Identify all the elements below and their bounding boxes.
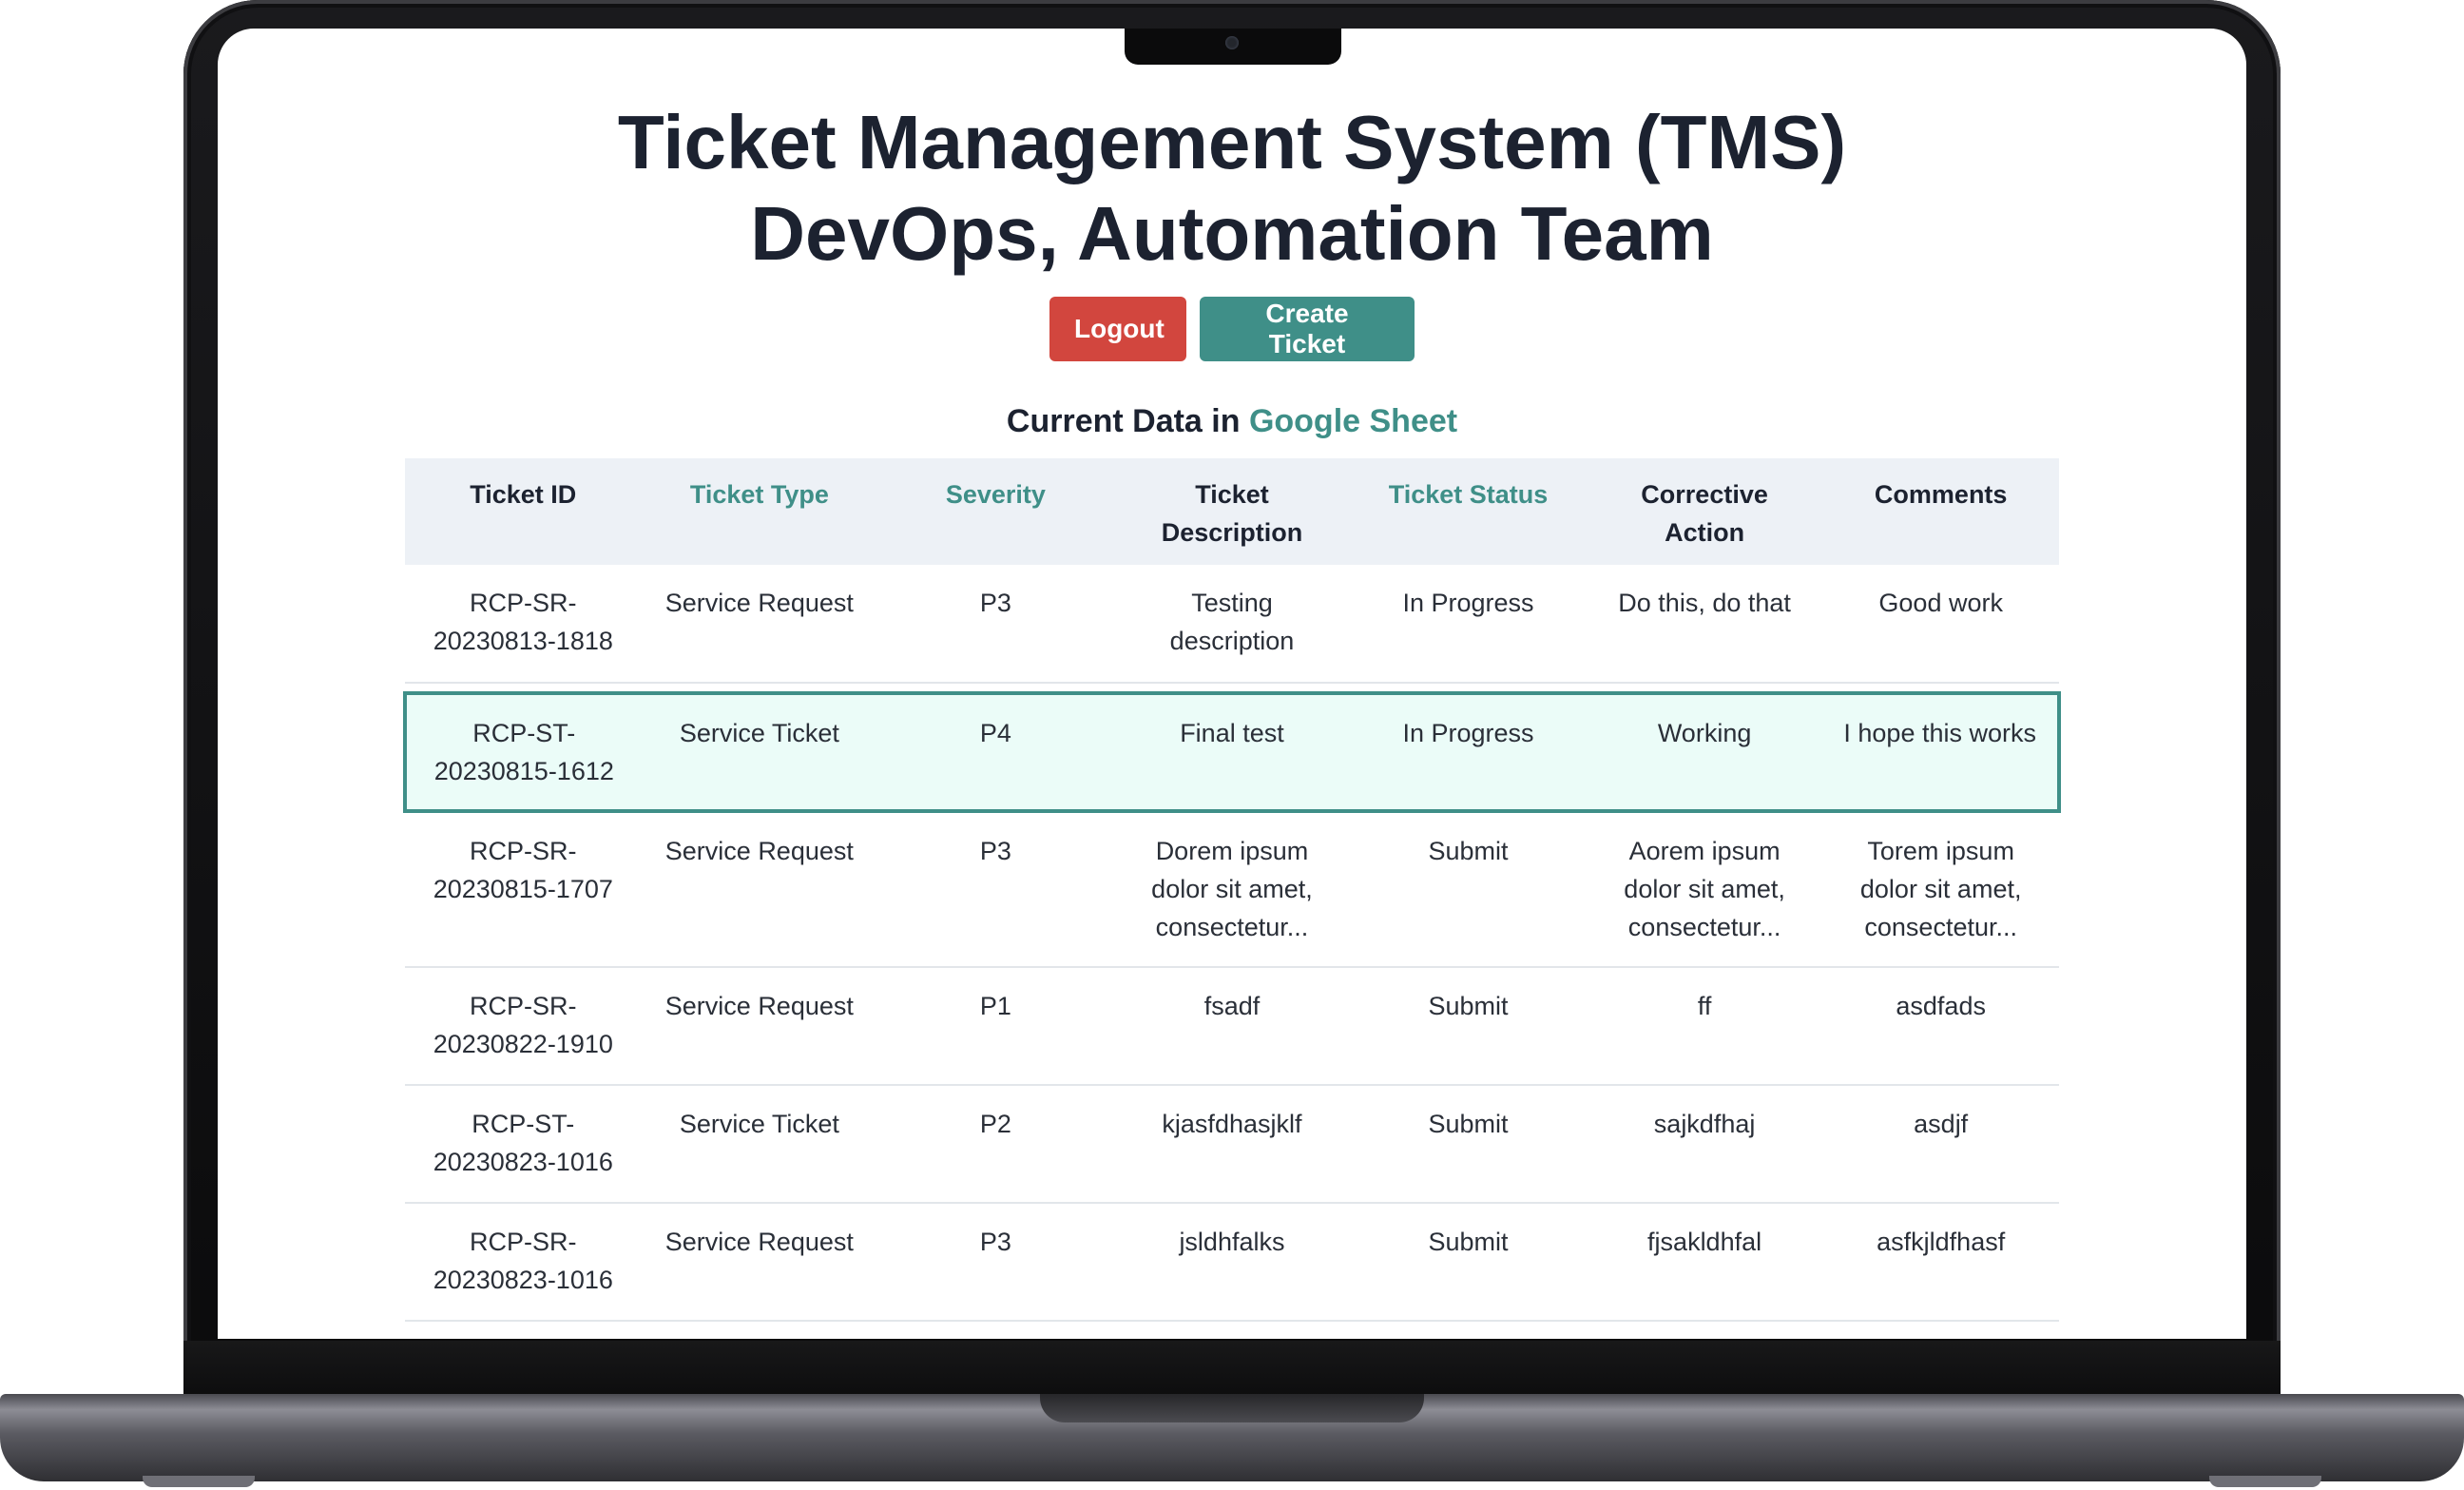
cell-ticket-status: In Progress <box>1350 565 1587 684</box>
laptop-foot-right <box>2209 1476 2321 1487</box>
column-header-severity[interactable]: Severity <box>877 458 1114 565</box>
column-header-corrective-action: Corrective Action <box>1641 480 1768 547</box>
cell-ticket-id: RCP-ST-20230823-1016 <box>405 1085 642 1204</box>
cell-ticket-type: Service Request <box>641 967 878 1086</box>
tickets-table-container: Ticket ID Ticket Type Severity Ticket De… <box>403 458 2061 1322</box>
cell-ticket-status: Submit <box>1350 1085 1587 1204</box>
cell-ticket-description: fsadf <box>1113 967 1351 1086</box>
cell-corrective-action: fjsakldhfal <box>1586 1203 1823 1322</box>
cell-ticket-description: Testing description <box>1113 565 1351 684</box>
cell-severity: P3 <box>877 811 1114 968</box>
cell-severity: P3 <box>877 565 1114 684</box>
table-row[interactable]: RCP-SR-20230823-1016 Service Request P3 … <box>405 1203 2059 1322</box>
data-caption: Current Data in Google Sheet <box>218 403 2246 440</box>
page-title: Ticket Management System (TMS) DevOps, A… <box>218 97 2246 280</box>
cell-comments: asdjf <box>1822 1085 2059 1204</box>
laptop-base <box>0 1394 2464 1481</box>
table-row[interactable]: RCP-SR-20230815-1707 Service Request P3 … <box>405 811 2059 968</box>
cell-ticket-type: Service Ticket <box>641 691 878 813</box>
table-row-selected[interactable]: RCP-ST-20230815-1612 Service Ticket P4 F… <box>403 691 2061 813</box>
cell-severity: P1 <box>877 967 1114 1086</box>
camera-notch <box>1125 29 1341 65</box>
table-row[interactable]: RCP-SR-20230822-1910 Service Request P1 … <box>405 967 2059 1086</box>
column-header-comments: Comments <box>1874 480 2008 509</box>
cell-ticket-description: jsldhfalks <box>1113 1203 1351 1322</box>
laptop-chin <box>183 1341 2281 1396</box>
cell-ticket-id: RCP-SR-20230822-1910 <box>405 967 642 1086</box>
page-title-line-1: Ticket Management System (TMS) <box>617 100 1847 184</box>
logout-button[interactable]: Logout <box>1049 297 1186 361</box>
google-sheet-link[interactable]: Google Sheet <box>1249 403 1457 439</box>
column-header-ticket-type[interactable]: Ticket Type <box>642 458 878 565</box>
cell-ticket-status: Submit <box>1350 811 1587 968</box>
cell-ticket-type: Service Ticket <box>641 1085 878 1204</box>
tickets-table: Ticket ID Ticket Type Severity Ticket De… <box>403 458 2061 1322</box>
cell-comments: asdfads <box>1822 967 2059 1086</box>
cell-ticket-type: Service Request <box>641 1203 878 1322</box>
cell-corrective-action: ff <box>1586 967 1823 1086</box>
laptop-base-notch <box>1040 1394 1424 1422</box>
cell-ticket-status: Submit <box>1350 1203 1587 1322</box>
cell-ticket-type: Service Request <box>641 811 878 968</box>
column-header-ticket-description: Ticket Description <box>1161 480 1303 547</box>
cell-ticket-id: RCP-SR-20230815-1707 <box>405 811 642 968</box>
table-row[interactable]: RCP-SR-20230813-1818 Service Request P3 … <box>405 565 2059 684</box>
cell-ticket-id: RCP-ST-20230815-1612 <box>403 691 642 813</box>
cell-corrective-action: Do this, do that <box>1586 565 1823 684</box>
column-header-ticket-id: Ticket ID <box>470 480 577 509</box>
cell-corrective-action: sajkdfhaj <box>1586 1085 1823 1204</box>
cell-ticket-status: In Progress <box>1350 691 1587 813</box>
cell-corrective-action: Working <box>1586 691 1823 813</box>
cell-ticket-id: RCP-SR-20230813-1818 <box>405 565 642 684</box>
row-spacer-cell <box>405 683 2059 693</box>
cell-ticket-description: Final test <box>1113 691 1351 813</box>
page-title-line-2: DevOps, Automation Team <box>750 191 1714 276</box>
cell-severity: P4 <box>877 691 1114 813</box>
column-header-ticket-status[interactable]: Ticket Status <box>1350 458 1587 565</box>
action-bar: Logout Create Ticket <box>218 297 2246 361</box>
cell-ticket-description: kjasfdhasjklf <box>1113 1085 1351 1204</box>
cell-comments: Torem ipsum dolor sit amet, consectetur.… <box>1822 811 2059 968</box>
cell-comments: asfkjldfhasf <box>1822 1203 2059 1322</box>
cell-ticket-id: RCP-SR-20230823-1016 <box>405 1203 642 1322</box>
cell-ticket-status: Submit <box>1350 967 1587 1086</box>
table-header-row: Ticket ID Ticket Type Severity Ticket De… <box>405 458 2059 565</box>
laptop-screen: Ticket Management System (TMS) DevOps, A… <box>218 29 2246 1339</box>
cell-comments: I hope this works <box>1822 691 2061 813</box>
camera-icon <box>1225 36 1239 49</box>
table-row[interactable]: RCP-ST-20230823-1016 Service Ticket P2 k… <box>405 1085 2059 1204</box>
cell-severity: P3 <box>877 1203 1114 1322</box>
cell-severity: P2 <box>877 1085 1114 1204</box>
cell-comments: Good work <box>1822 565 2059 684</box>
cell-ticket-type: Service Request <box>641 565 878 684</box>
cell-corrective-action: Aorem ipsum dolor sit amet, consectetur.… <box>1586 811 1823 968</box>
laptop-foot-left <box>143 1476 255 1487</box>
cell-ticket-description: Dorem ipsum dolor sit amet, consectetur.… <box>1113 811 1351 968</box>
row-spacer <box>405 683 2059 693</box>
data-caption-prefix: Current Data in <box>1006 403 1249 439</box>
create-ticket-button[interactable]: Create Ticket <box>1200 297 1415 361</box>
